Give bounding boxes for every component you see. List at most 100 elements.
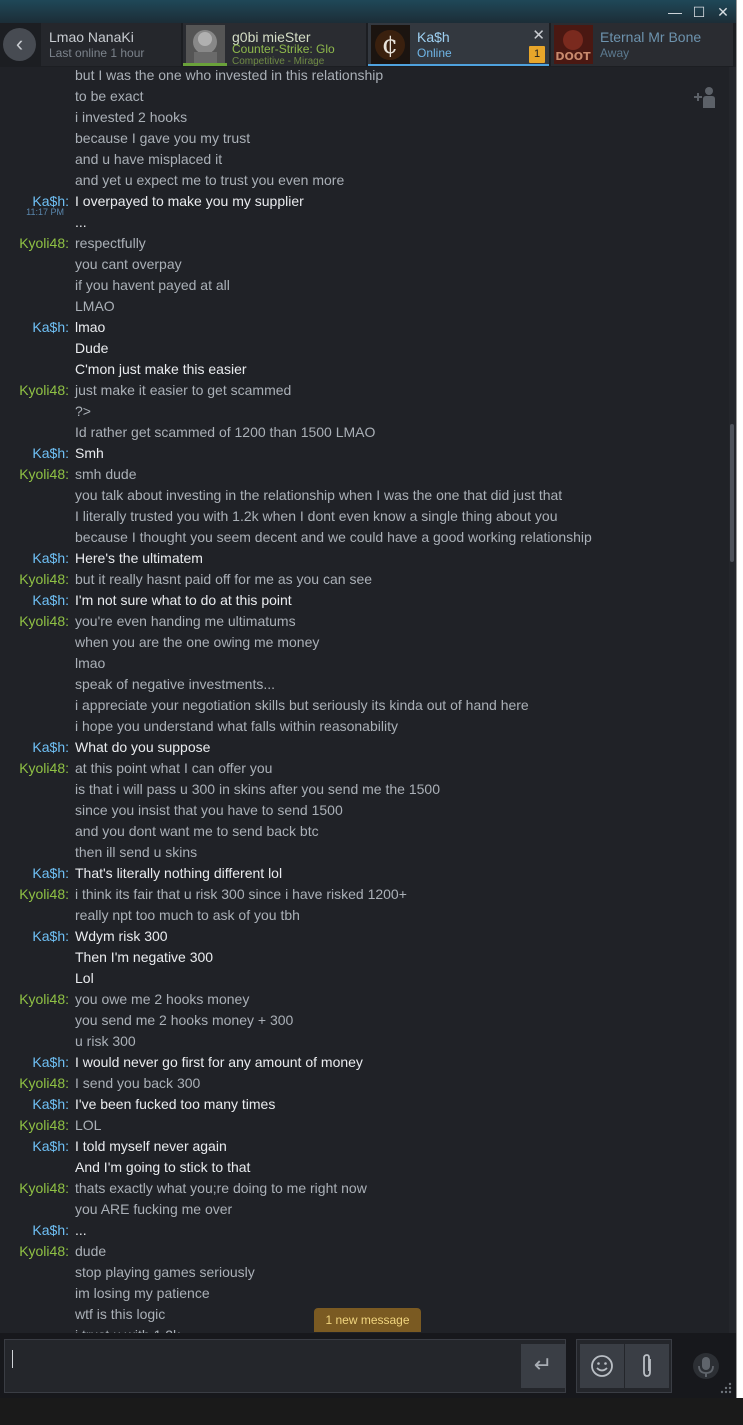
message-sender[interactable]: Ka$h: — [32, 739, 69, 755]
message-sender[interactable]: Kyoli48: — [19, 382, 69, 398]
message-sender[interactable]: Kyoli48: — [19, 886, 69, 902]
message-text: really npt too much to ask of you tbh — [75, 907, 300, 923]
send-button[interactable]: ↵ — [521, 1344, 565, 1388]
message-text: I would never go first for any amount of… — [75, 1054, 363, 1070]
chat-message-row: if you havent payed at all — [0, 275, 729, 296]
attach-button[interactable] — [625, 1344, 669, 1388]
chat-message-row: when you are the one owing me money — [0, 632, 729, 653]
message-sender[interactable]: Kyoli48: — [19, 1075, 69, 1091]
message-sender[interactable]: Ka$h: — [32, 1054, 69, 1070]
ingame-indicator — [183, 63, 227, 66]
message-sender[interactable]: Kyoli48: — [19, 760, 69, 776]
chat-message-row: Ka$h: That's literally nothing different … — [0, 863, 729, 884]
tab-g0bi-miester[interactable]: g0bi mieSter Counter-Strike: Glo Competi… — [183, 23, 366, 67]
message-sender[interactable]: Ka$h: — [32, 550, 69, 566]
message-sender[interactable]: Ka$h: — [32, 865, 69, 881]
message-text: i appreciate your negotiation skills but… — [75, 697, 529, 713]
message-sender[interactable]: Ka$h: — [32, 928, 69, 944]
message-text: lmao — [75, 655, 106, 671]
message-sender[interactable]: Ka$h: — [32, 445, 69, 461]
add-friend-icon[interactable] — [693, 84, 719, 110]
chat-message-row: Ka$h:... — [0, 1220, 729, 1241]
message-text: C'mon just make this easier — [75, 361, 247, 377]
message-text: you send me 2 hooks money + 300 — [75, 1012, 294, 1028]
chat-message-row: Ka$h: lmao — [0, 317, 729, 338]
message-sender[interactable]: Ka$h: — [32, 592, 69, 608]
chat-message-row: i appreciate your negotiation skills but… — [0, 695, 729, 716]
minimize-button[interactable]: — — [664, 3, 686, 21]
message-sender[interactable]: Kyoli48: — [19, 991, 69, 1007]
message-text: I told myself never again — [75, 1138, 227, 1154]
svg-text:¢: ¢ — [382, 30, 399, 60]
chat-message-row: Kyoli48: dude — [0, 1241, 729, 1262]
title-bar: — ☐ ✕ — [0, 0, 743, 23]
message-sender[interactable]: Kyoli48: — [19, 1180, 69, 1196]
message-text: Dude — [75, 340, 109, 356]
tab-name: Ka$h — [417, 29, 450, 45]
chat-message-row: really npt too much to ask of you tbh — [0, 905, 729, 926]
back-button[interactable]: ‹ — [3, 28, 36, 61]
chat-message-row: Ka$h: Smh — [0, 443, 729, 464]
tab-eternal-mr-bone[interactable]: DOOT Eternal Mr Bone Away — [551, 23, 733, 66]
message-text: ... — [75, 214, 87, 230]
resize-grip-icon[interactable] — [718, 1380, 732, 1394]
message-sender[interactable]: Kyoli48: — [19, 571, 69, 587]
message-text: speak of negative investments... — [75, 676, 275, 692]
chat-message-row: Kyoli48: at this point what I can offer y… — [0, 758, 729, 779]
chat-message-row: Kyoli48: just make it easier to get scamm… — [0, 380, 729, 401]
chat-message-row: you send me 2 hooks money + 300 — [0, 1010, 729, 1031]
scroll-thumb[interactable] — [730, 424, 734, 562]
message-sender[interactable]: Ka$h: — [32, 319, 69, 335]
message-text: dude — [75, 1243, 107, 1259]
close-window-button[interactable]: ✕ — [712, 3, 734, 21]
message-text: smh dude — [75, 466, 137, 482]
message-text: Here's the ultimatem — [75, 550, 203, 566]
tab-lmao-nanaki[interactable]: Lmao NanaKi Last online 1 hour — [41, 23, 181, 66]
close-tab-icon[interactable]: ✕ — [532, 26, 545, 44]
chat-message-row: Kyoli48: I send you back 300 — [0, 1073, 729, 1094]
chat-message-row: Lol — [0, 968, 729, 989]
message-input[interactable]: ↵ — [4, 1339, 566, 1393]
chat-message-row: Ka$h: I would never go first for any amou… — [0, 1052, 729, 1073]
message-text: since you insist that you have to send 1… — [75, 802, 343, 818]
message-sender[interactable]: Kyoli48: — [19, 1117, 69, 1133]
message-sender[interactable]: Kyoli48: — [19, 613, 69, 629]
chat-message-row: im losing my patience — [0, 1283, 729, 1304]
message-text: Smh — [75, 445, 104, 461]
message-text: And I'm going to stick to that — [75, 1159, 251, 1175]
message-text: That's literally nothing different lol — [75, 865, 283, 881]
emoticon-button[interactable] — [580, 1344, 624, 1388]
chat-message-row: Kyoli48: respectfully — [0, 233, 729, 254]
message-sender[interactable]: Kyoli48: — [19, 466, 69, 482]
desktop-edge — [0, 1398, 743, 1425]
message-text: if you havent payed at all — [75, 277, 230, 293]
message-sender[interactable]: Ka$h: — [32, 1138, 69, 1154]
tab-kash[interactable]: ¢ Ka$h Online ✕ 1 — [368, 23, 549, 66]
message-text: What do you suppose — [75, 739, 211, 755]
chat-message-row: Ka$h: I've been fucked too many times — [0, 1094, 729, 1115]
message-sender[interactable]: Kyoli48: — [19, 235, 69, 251]
chat-message-row: and u have misplaced it — [0, 149, 729, 170]
message-sender[interactable]: Kyoli48: — [19, 1243, 69, 1259]
message-sender[interactable]: Ka$h: — [32, 1222, 69, 1238]
new-message-indicator[interactable]: 1 new message — [314, 1308, 421, 1332]
chat-message-row: Ka$h: I told myself never again — [0, 1136, 729, 1157]
chat-message-row: Kyoli48: smh dude — [0, 464, 729, 485]
maximize-button[interactable]: ☐ — [688, 3, 710, 21]
message-text: just make it easier to get scammed — [75, 382, 292, 398]
chat-message-row: lmao — [0, 653, 729, 674]
message-sender[interactable]: Ka$h: — [32, 1096, 69, 1112]
message-text: ... — [75, 1222, 87, 1238]
chat-message-row: Kyoli48: i think its fair that u risk 300… — [0, 884, 729, 905]
chat-message-row: is that i will pass u 300 in skins after… — [0, 779, 729, 800]
message-text: u risk 300 — [75, 1033, 136, 1049]
message-text: but it really hasnt paid off for me as y… — [75, 571, 373, 587]
message-text: I send you back 300 — [75, 1075, 201, 1091]
chat-log[interactable]: but I was the one who invested in this r… — [0, 67, 729, 1333]
message-text: and you dont want me to send back btc — [75, 823, 319, 839]
message-text: wtf is this logic — [75, 1306, 166, 1322]
chat-message-row: because I thought you seem decent and we… — [0, 527, 729, 548]
message-text: Id rather get scammed of 1200 than 1500 … — [75, 424, 376, 440]
chat-scrollbar[interactable] — [729, 67, 736, 1333]
tab-status: Online — [417, 46, 452, 60]
